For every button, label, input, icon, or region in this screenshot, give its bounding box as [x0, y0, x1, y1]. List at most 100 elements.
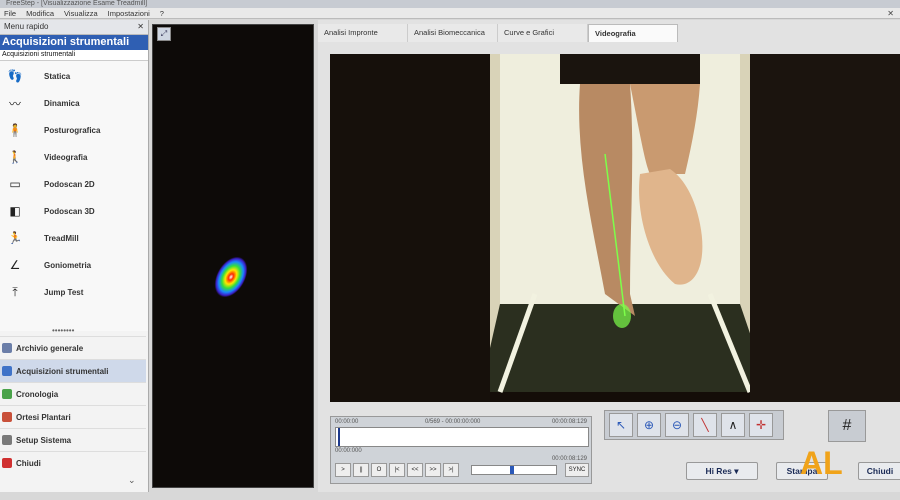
- menu-bar: File Modifica Visualizza Impostazioni ? …: [0, 8, 900, 19]
- timeline-cursor[interactable]: [338, 428, 340, 446]
- nav-label: Archivio generale: [16, 343, 84, 353]
- sidebar-item-statica[interactable]: 👣 Statica: [0, 63, 146, 89]
- close-icon[interactable]: ✕: [137, 20, 144, 34]
- panel-title: Acquisizioni strumentali: [0, 35, 148, 50]
- tab-curve-e-grafici[interactable]: Curve e Grafici: [498, 24, 588, 42]
- tab-analisi-impronte[interactable]: Analisi Impronte: [318, 24, 408, 42]
- sidebar-item-label: Videografia: [44, 152, 88, 162]
- angle-tool-icon[interactable]: ∧: [721, 413, 745, 437]
- sidebar-item-treadmill[interactable]: 🏃 TreadMill: [0, 225, 146, 251]
- time-end-secondary: 00:00:08:129: [551, 456, 587, 462]
- tab-videografia[interactable]: Videografia: [588, 24, 678, 42]
- play-button[interactable]: >: [335, 463, 351, 477]
- sidebar-item-label: Dinamica: [44, 98, 80, 108]
- menu-help[interactable]: ?: [160, 9, 164, 18]
- speed-slider-knob[interactable]: [510, 466, 514, 474]
- rewind-button[interactable]: <<: [407, 463, 423, 477]
- history-icon: [2, 389, 12, 399]
- nav-label: Setup Sistema: [16, 435, 72, 445]
- power-icon: [2, 458, 12, 468]
- nav-acquisizioni-strumentali[interactable]: Acquisizioni strumentali: [0, 359, 146, 382]
- menu-file[interactable]: File: [4, 9, 16, 18]
- tab-bar: Analisi Impronte Analisi Biomeccanica Cu…: [318, 24, 900, 42]
- hi-res-label: Hi Res: [705, 466, 732, 476]
- nav-label: Ortesi Plantari: [16, 412, 71, 422]
- panel-subtitle: Acquisizioni strumentali: [0, 50, 148, 61]
- video-player: 00:00:00 0/569 - 00:00:00:000 00:00:08:1…: [330, 416, 592, 484]
- nav-cronologia[interactable]: Cronologia: [0, 382, 146, 405]
- goniometer-icon: ∠: [9, 258, 21, 272]
- sidebar-item-label: TreadMill: [44, 233, 79, 243]
- pressure-map-panel: ⤢: [152, 24, 314, 488]
- hi-res-dropdown[interactable]: Hi Res ▾: [686, 462, 758, 480]
- sidebar-item-podoscan-3d[interactable]: ◧ Podoscan 3D: [0, 198, 146, 224]
- sidebar-item-podoscan-2d[interactable]: ▭ Podoscan 2D: [0, 171, 146, 197]
- menu-visualizza[interactable]: Visualizza: [64, 9, 98, 18]
- sidebar-item-dinamica[interactable]: 〰 Dinamica: [0, 90, 146, 116]
- stop-button[interactable]: O: [371, 463, 387, 477]
- speed-slider[interactable]: [471, 465, 557, 475]
- zoom-in-icon[interactable]: ⊕: [637, 413, 661, 437]
- video-frame: [330, 54, 900, 402]
- sidebar-item-jump-test[interactable]: ⤒ Jump Test: [0, 279, 146, 305]
- treadmill-icon: 🏃: [7, 231, 23, 245]
- nav-archivio-generale[interactable]: Archivio generale: [0, 336, 146, 359]
- sidebar-item-label: Podoscan 2D: [44, 179, 95, 189]
- sidebar-item-label: Posturografica: [44, 125, 101, 135]
- sidebar: Menu rapido ✕ Acquisizioni strumentali A…: [0, 20, 149, 492]
- nav-setup-sistema[interactable]: Setup Sistema: [0, 428, 146, 451]
- list-divider[interactable]: ••••••••: [52, 326, 74, 335]
- timeline-footer: 00:00:000 00:00:08:129: [335, 448, 587, 462]
- menu-impostazioni[interactable]: Impostazioni: [108, 9, 150, 18]
- time-start: 00:00:00: [335, 419, 359, 425]
- window-title: FreeStep - [Visualizzazione Esame Treadm…: [6, 0, 148, 7]
- zoom-out-icon[interactable]: ⊖: [665, 413, 689, 437]
- pause-button[interactable]: ||: [353, 463, 369, 477]
- feet-icon: 👣: [7, 69, 23, 83]
- brand-logo: AL: [800, 440, 890, 486]
- sidebar-nav: Archivio generale Acquisizioni strumenta…: [0, 336, 146, 474]
- insole-icon: [2, 412, 12, 422]
- timeline-header: 00:00:00 0/569 - 00:00:00:000 00:00:08:1…: [335, 419, 587, 425]
- jump-icon: ⤒: [12, 284, 18, 299]
- nav-ortesi-plantari[interactable]: Ortesi Plantari: [0, 405, 146, 428]
- window-close-icon[interactable]: ✕: [887, 9, 894, 18]
- video-viewer[interactable]: [330, 54, 900, 402]
- nav-label: Cronologia: [16, 389, 59, 399]
- sidebar-item-videografia[interactable]: 🚶 Videografia: [0, 144, 146, 170]
- crosshair-tool-icon[interactable]: ✛: [749, 413, 773, 437]
- sidebar-item-posturografica[interactable]: 🧍 Posturografica: [0, 117, 146, 143]
- footprints-icon: 〰: [8, 96, 21, 111]
- timeline-track[interactable]: [335, 427, 589, 447]
- last-frame-button[interactable]: >|: [443, 463, 459, 477]
- logo-text: AL: [800, 445, 843, 481]
- sync-button[interactable]: SYNC: [565, 463, 589, 477]
- drawing-toolbar: ↖ ⊕ ⊖ ╲ ∧ ✛: [604, 410, 784, 440]
- tab-analisi-biomeccanica[interactable]: Analisi Biomeccanica: [408, 24, 498, 42]
- nav-label: Acquisizioni strumentali: [16, 366, 109, 376]
- window-titlebar: FreeStep - [Visualizzazione Esame Treadm…: [0, 0, 900, 8]
- nav-chiudi[interactable]: Chiudi: [0, 451, 146, 474]
- sidebar-item-label: Statica: [44, 71, 71, 81]
- instruments-icon: [2, 366, 12, 376]
- settings-icon: [2, 435, 12, 445]
- time-start-secondary: 00:00:000: [335, 448, 362, 454]
- time-end: 00:00:08:129: [551, 419, 587, 425]
- nav-label: Chiudi: [16, 458, 41, 468]
- grid-icon[interactable]: #: [828, 410, 866, 442]
- sidebar-item-label: Podoscan 3D: [44, 206, 95, 216]
- expand-chevron-icon[interactable]: ⌄: [128, 475, 136, 486]
- first-frame-button[interactable]: |<: [389, 463, 405, 477]
- video-person-icon: 🚶: [7, 150, 23, 164]
- arrow-icon[interactable]: ↖: [609, 413, 633, 437]
- archive-icon: [2, 343, 12, 353]
- playback-controls: > || O |< << >> >|: [335, 463, 459, 477]
- sidebar-item-label: Jump Test: [44, 287, 84, 297]
- quick-menu-title: Menu rapido: [4, 22, 49, 31]
- frame-counter: 0/569 - 00:00:00:000: [425, 419, 481, 425]
- line-tool-icon[interactable]: ╲: [693, 413, 717, 437]
- sidebar-item-goniometria[interactable]: ∠ Goniometria: [0, 252, 146, 278]
- scanner-icon: ▭: [9, 177, 21, 191]
- menu-modifica[interactable]: Modifica: [26, 9, 54, 18]
- forward-button[interactable]: >>: [425, 463, 441, 477]
